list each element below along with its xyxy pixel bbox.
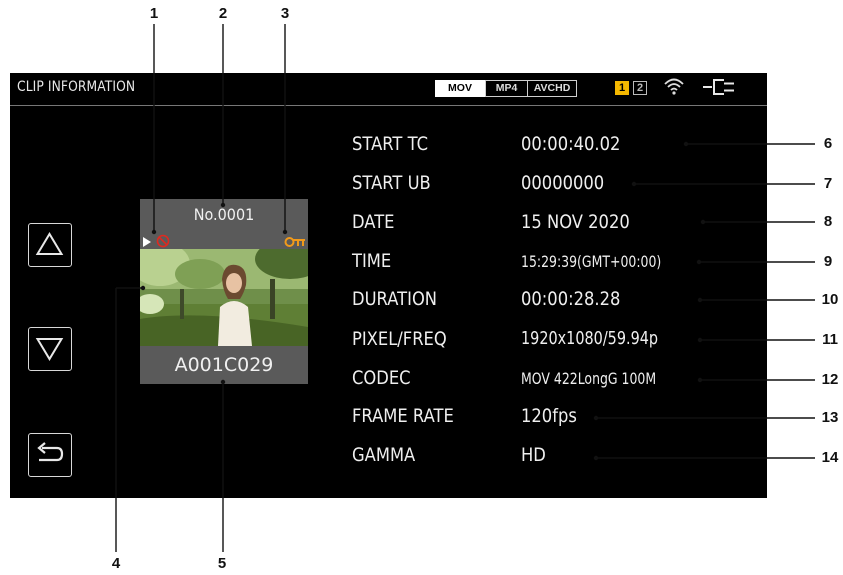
callout-leader-lines — [115, 24, 815, 552]
